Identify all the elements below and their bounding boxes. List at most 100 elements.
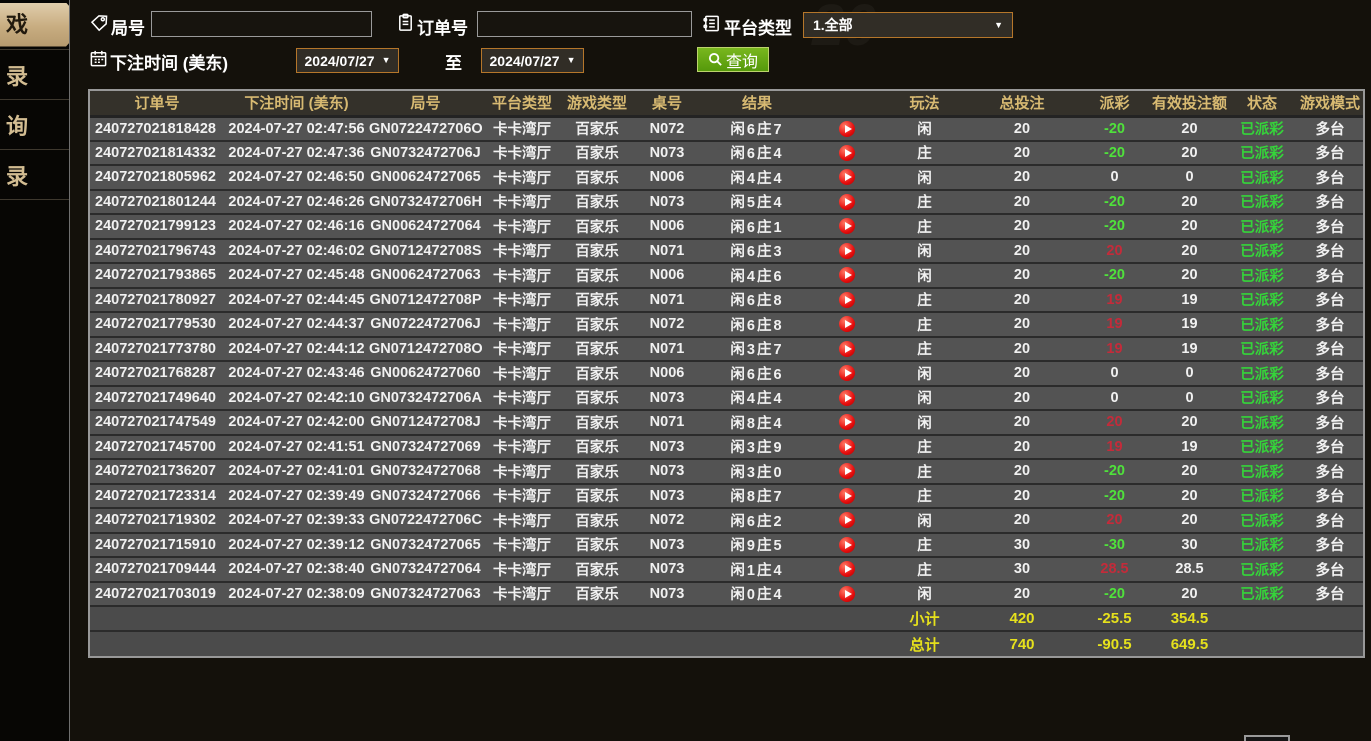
replay-cell — [812, 288, 882, 313]
result-cell: 闲3庄9 — [702, 435, 812, 460]
game-mode-cell: 多台 — [1297, 288, 1363, 313]
table-no-cell: N073 — [632, 582, 702, 607]
status-cell: 已派彩 — [1227, 263, 1297, 288]
subtotal-row-valid-bet: 354.5 — [1152, 606, 1227, 631]
replay-video-icon[interactable] — [839, 365, 855, 381]
result-cell: 闲6庄4 — [702, 141, 812, 166]
replay-video-icon[interactable] — [839, 586, 855, 602]
result-cell: 闲3庄0 — [702, 459, 812, 484]
game-mode-cell: 多台 — [1297, 484, 1363, 509]
platform-type-select[interactable]: 1.全部 ▼ — [803, 12, 1013, 38]
game-id-cell: GN0732472706A — [369, 386, 482, 411]
replay-video-icon[interactable] — [839, 316, 855, 332]
result-cell: 闲5庄4 — [702, 190, 812, 215]
replay-video-icon[interactable] — [839, 537, 855, 553]
game-mode-cell: 多台 — [1297, 459, 1363, 484]
replay-video-icon[interactable] — [839, 267, 855, 283]
table-no-cell: N006 — [632, 361, 702, 386]
order-id-cell: 240727021736207 — [90, 459, 224, 484]
pagination-box-clipped[interactable] — [1244, 735, 1290, 741]
game-id-cell: GN0712472708S — [369, 239, 482, 264]
table-no-cell: N006 — [632, 263, 702, 288]
game-mode-cell: 多台 — [1297, 312, 1363, 337]
game-mode-cell: 多台 — [1297, 582, 1363, 607]
total-bet-cell: 20 — [967, 190, 1077, 215]
table-no-cell: N073 — [632, 435, 702, 460]
chevron-down-icon: ▼ — [382, 56, 391, 65]
game-type-cell: 百家乐 — [562, 214, 632, 239]
game-type-cell: 百家乐 — [562, 239, 632, 264]
order-no-input[interactable] — [478, 12, 691, 36]
play-type-cell: 庄 — [882, 190, 967, 215]
play-type-cell: 庄 — [882, 484, 967, 509]
game-id-cell: GN07324727063 — [369, 582, 482, 607]
game-no-input[interactable] — [152, 12, 371, 36]
game-type-cell: 百家乐 — [562, 288, 632, 313]
replay-video-icon[interactable] — [839, 561, 855, 577]
subtotal-row-spacer-cell — [562, 606, 632, 631]
valid-bet-cell: 20 — [1152, 582, 1227, 607]
col-play-type: 玩法 — [882, 91, 967, 116]
play-type-cell: 闲 — [882, 263, 967, 288]
result-cell: 闲6庄3 — [702, 239, 812, 264]
play-type-cell: 闲 — [882, 508, 967, 533]
platform-cell: 卡卡湾厅 — [482, 214, 562, 239]
status-cell: 已派彩 — [1227, 386, 1297, 411]
bet-time-cell: 2024-07-27 02:47:36 — [224, 141, 369, 166]
table-row: 2407270218059622024-07-27 02:46:50GN0062… — [90, 165, 1363, 190]
game-no-field-box — [151, 11, 372, 37]
table-no-cell: N073 — [632, 386, 702, 411]
table-row: 2407270218143322024-07-27 02:47:36GN0732… — [90, 141, 1363, 166]
replay-video-icon[interactable] — [839, 169, 855, 185]
platform-type-label: 平台类型 — [724, 14, 792, 39]
replay-video-icon[interactable] — [839, 390, 855, 406]
payout-cell: 0 — [1077, 386, 1152, 411]
replay-video-icon[interactable] — [839, 243, 855, 259]
total-bet-cell: 20 — [967, 435, 1077, 460]
total-bet-cell: 20 — [967, 582, 1077, 607]
platform-cell: 卡卡湾厅 — [482, 190, 562, 215]
valid-bet-cell: 19 — [1152, 288, 1227, 313]
sidebar-item-query[interactable]: 询 — [0, 109, 69, 141]
bets-table: 订单号 下注时间 (美东) 局号 平台类型 游戏类型 桌号 结果 玩法 总投注 … — [90, 91, 1363, 656]
total-bet-cell: 20 — [967, 116, 1077, 141]
search-icon — [708, 52, 723, 67]
replay-video-icon[interactable] — [839, 512, 855, 528]
replay-cell — [812, 386, 882, 411]
replay-video-icon[interactable] — [839, 194, 855, 210]
replay-video-icon[interactable] — [839, 121, 855, 137]
replay-video-icon[interactable] — [839, 439, 855, 455]
total-bet-cell: 20 — [967, 214, 1077, 239]
platform-list-icon — [702, 14, 721, 33]
replay-video-icon[interactable] — [839, 463, 855, 479]
replay-video-icon[interactable] — [839, 488, 855, 504]
replay-video-icon[interactable] — [839, 292, 855, 308]
game-mode-cell: 多台 — [1297, 116, 1363, 141]
col-result: 结果 — [702, 91, 812, 116]
status-cell: 已派彩 — [1227, 484, 1297, 509]
replay-video-icon[interactable] — [839, 414, 855, 430]
sidebar-item-game[interactable]: 戏 — [0, 3, 69, 47]
payout-cell: -20 — [1077, 459, 1152, 484]
game-mode-cell: 多台 — [1297, 410, 1363, 435]
valid-bet-cell: 0 — [1152, 361, 1227, 386]
payout-cell: 20 — [1077, 239, 1152, 264]
col-table-no: 桌号 — [632, 91, 702, 116]
order-id-cell: 240727021745700 — [90, 435, 224, 460]
sidebar-item-records-1[interactable]: 录 — [0, 59, 69, 91]
status-cell: 已派彩 — [1227, 508, 1297, 533]
replay-video-icon[interactable] — [839, 145, 855, 161]
date-to-select[interactable]: 2024/07/27 ▼ — [481, 48, 584, 73]
order-id-cell: 240727021747549 — [90, 410, 224, 435]
sidebar-item-records-2[interactable]: 录 — [0, 159, 69, 191]
game-id-cell: GN0722472706C — [369, 508, 482, 533]
bet-time-cell: 2024-07-27 02:39:33 — [224, 508, 369, 533]
status-cell: 已派彩 — [1227, 533, 1297, 558]
status-cell: 已派彩 — [1227, 312, 1297, 337]
table-no-cell: N006 — [632, 214, 702, 239]
replay-video-icon[interactable] — [839, 341, 855, 357]
subtotal-row-spacer-cell — [224, 606, 369, 631]
replay-video-icon[interactable] — [839, 218, 855, 234]
search-button[interactable]: 查询 — [697, 47, 769, 72]
date-from-select[interactable]: 2024/07/27 ▼ — [296, 48, 399, 73]
